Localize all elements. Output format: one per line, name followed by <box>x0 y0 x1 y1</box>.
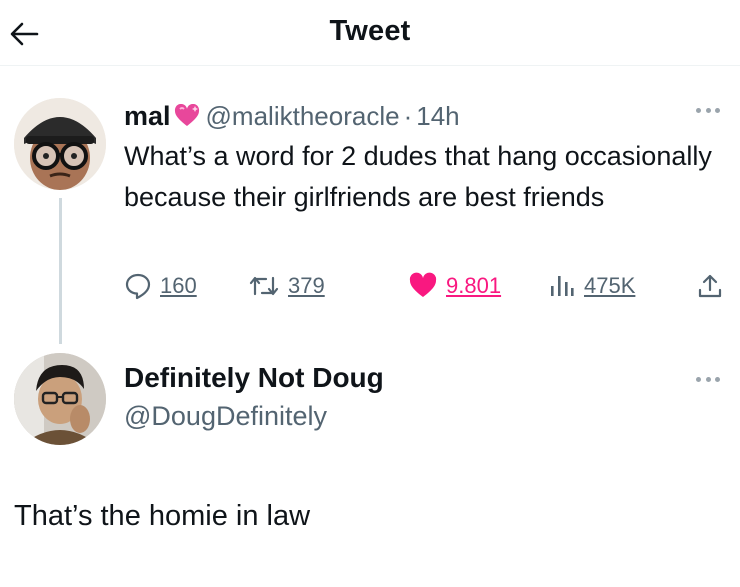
thread-connector <box>59 198 62 344</box>
reply-more-options-button[interactable] <box>690 369 726 389</box>
tweet-text: What’s a word for 2 dudes that hang occa… <box>124 141 712 212</box>
page-title: Tweet <box>329 15 411 47</box>
analytics-bars-icon <box>551 276 574 296</box>
reply-author-display-name[interactable]: Definitely Not Doug <box>124 362 384 394</box>
author-display-name[interactable]: mal <box>124 101 171 132</box>
retweet-button[interactable]: 379 <box>248 268 325 304</box>
reply-count: 160 <box>160 273 197 298</box>
tweet-timestamp[interactable]: 14h <box>416 101 459 132</box>
more-dot-icon <box>696 376 701 382</box>
top-bar: Tweet <box>0 0 740 64</box>
separator-dot: · <box>403 100 413 131</box>
like-count: 9.801 <box>446 273 502 298</box>
author-handle[interactable]: @maliktheoracle <box>206 101 400 132</box>
views-count: 475K <box>584 273 636 298</box>
more-dot-icon <box>715 376 720 382</box>
more-dot-icon <box>705 376 711 382</box>
like-button[interactable]: 9.801 <box>408 268 501 304</box>
more-dot-icon <box>696 107 701 113</box>
reply-button[interactable]: 160 <box>124 268 197 304</box>
header-divider <box>0 65 740 66</box>
share-upload-icon <box>698 274 722 298</box>
avatar-mal[interactable] <box>14 98 106 190</box>
reply-author-handle[interactable]: @DougDefinitely <box>124 401 327 432</box>
more-dot-icon <box>715 107 720 113</box>
reply-bubble-icon <box>125 273 151 300</box>
avatar-doug[interactable] <box>14 353 106 445</box>
share-button[interactable] <box>696 268 724 304</box>
heart-filled-icon <box>409 272 437 297</box>
views-button[interactable]: 475K <box>548 268 635 304</box>
tweet-actions: 160 379 9.801 475K <box>124 268 724 304</box>
avatar-mal-image <box>14 98 106 190</box>
reply-text: That’s the homie in law <box>14 500 311 532</box>
more-options-button[interactable] <box>690 100 726 120</box>
retweet-icon <box>249 276 279 296</box>
sparkling-heart-icon <box>174 104 200 128</box>
tweet-page: Tweet mal @maliktheoracle · 14h What’s a… <box>0 0 740 587</box>
avatar-doug-image <box>14 353 106 445</box>
tweet-author-row: mal @maliktheoracle · 14h <box>124 99 460 133</box>
more-dot-icon <box>705 107 711 113</box>
retweet-count: 379 <box>288 273 325 298</box>
